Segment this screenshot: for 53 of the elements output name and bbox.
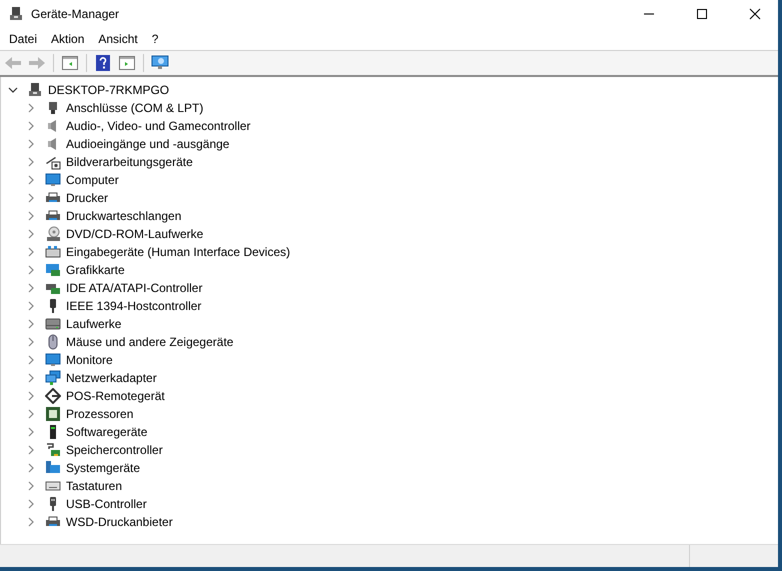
tree-item[interactable]: USB-Controller	[66, 497, 147, 511]
monitor-icon	[151, 55, 169, 71]
tree-item[interactable]: Mäuse und andere Zeigegeräte	[66, 335, 234, 349]
menu-item[interactable]: ?	[144, 32, 166, 46]
tree-item[interactable]: Druckwarteschlangen	[66, 209, 182, 223]
tree-item[interactable]: WSD-Druckanbieter	[66, 515, 173, 529]
tree-item[interactable]: Bildverarbeitungsgeräte	[66, 155, 193, 169]
diamond-icon	[45, 388, 61, 404]
tree-item[interactable]: Audio-, Video- und Gamecontroller	[66, 119, 251, 133]
tree-item[interactable]: Anschlüsse (COM & LPT)	[66, 101, 204, 115]
menu-item[interactable]: Datei	[2, 32, 44, 46]
tree-item[interactable]: Softwaregeräte	[66, 425, 148, 439]
close-icon	[749, 8, 761, 20]
monitor-icon	[45, 352, 61, 368]
menu-item[interactable]: Ansicht	[91, 32, 145, 46]
pane-icon	[62, 56, 78, 70]
pane-icon	[119, 56, 135, 70]
menu-item[interactable]: Aktion	[44, 32, 92, 46]
device-manager-icon	[8, 6, 24, 22]
maximize-icon	[696, 8, 708, 20]
storage-controller-icon	[45, 442, 61, 458]
tree-item[interactable]: IDE ATA/ATAPI-Controller	[66, 281, 202, 295]
tree-item[interactable]: Netzwerkadapter	[66, 371, 157, 385]
tree-item[interactable]: DESKTOP-7RKMPGO	[48, 83, 170, 97]
window-title: Geräte-Manager	[31, 7, 120, 21]
tree-item[interactable]: Systemgeräte	[66, 461, 140, 475]
tree-item[interactable]: Grafikkarte	[66, 263, 125, 277]
disc-drive-icon	[45, 226, 61, 242]
graphics-card-icon	[45, 262, 61, 278]
tree-item[interactable]: POS-Remotegerät	[66, 389, 165, 403]
tree-item[interactable]: Drucker	[66, 191, 108, 205]
tree-item[interactable]: Audioeingänge und -ausgänge	[66, 137, 230, 151]
drive-icon	[45, 316, 61, 332]
tree-item[interactable]: Tastaturen	[66, 479, 122, 493]
tree-item[interactable]: Monitore	[66, 353, 113, 367]
processor-icon	[45, 406, 61, 422]
tree-item[interactable]: Computer	[66, 173, 119, 187]
tree-item[interactable]: Laufwerke	[66, 317, 122, 331]
back-arrow-icon	[4, 56, 22, 70]
computer-icon	[27, 82, 43, 98]
system-icon	[45, 460, 61, 476]
help-icon	[96, 55, 110, 71]
monitor-icon	[45, 172, 61, 188]
tree-item[interactable]: Eingabegeräte (Human Interface Devices)	[66, 245, 290, 259]
network-icon	[45, 370, 61, 386]
forward-arrow-icon	[28, 56, 46, 70]
tree-item[interactable]: IEEE 1394-Hostcontroller	[66, 299, 202, 313]
tree-item[interactable]: DVD/CD-ROM-Laufwerke	[66, 227, 204, 241]
keyboard-icon	[45, 244, 61, 260]
tree-item[interactable]: Speichercontroller	[66, 443, 163, 457]
camera-icon	[45, 154, 61, 170]
tree-item[interactable]: Prozessoren	[66, 407, 134, 421]
minimize-icon	[643, 13, 655, 15]
